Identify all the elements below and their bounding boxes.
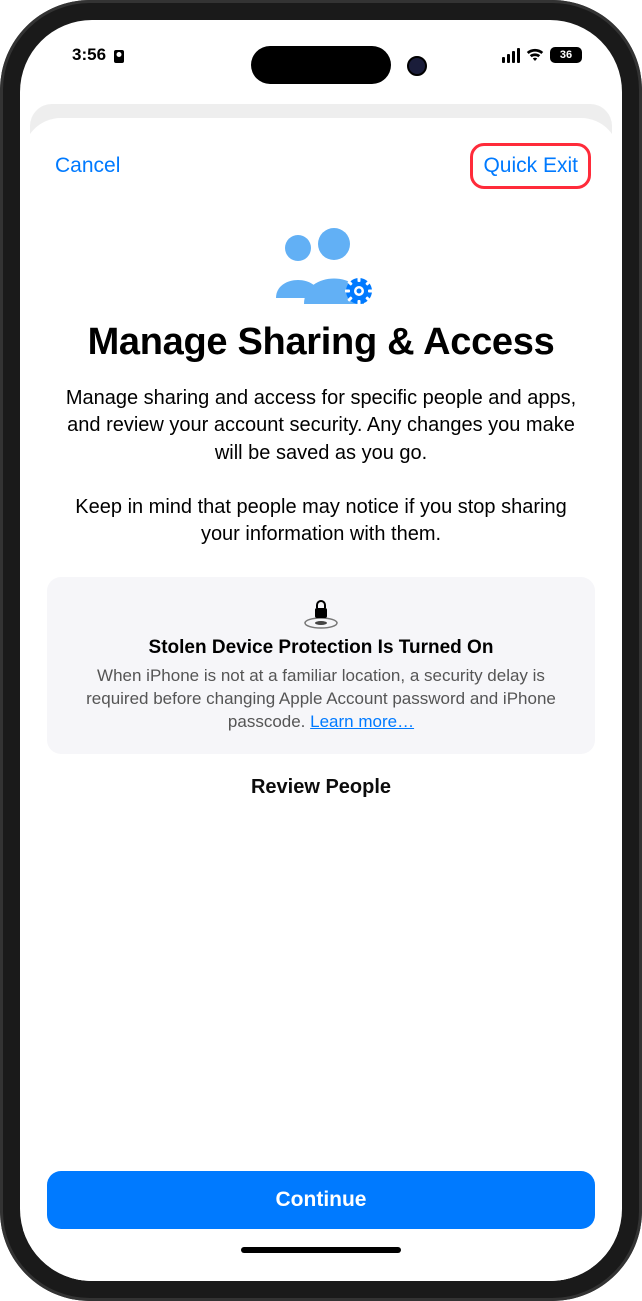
card-title: Stolen Device Protection Is Turned On — [67, 637, 575, 659]
status-right: 36 — [502, 47, 582, 63]
status-left: 3:56 — [72, 45, 124, 65]
wifi-icon — [526, 48, 544, 62]
quick-exit-button[interactable]: Quick Exit — [479, 150, 582, 182]
bottom-bar: Continue — [23, 1157, 619, 1281]
lock-location-icon — [67, 599, 575, 629]
status-time: 3:56 — [72, 45, 106, 65]
page-title: Manage Sharing & Access — [47, 320, 595, 365]
page-description-1: Manage sharing and access for specific p… — [47, 385, 595, 468]
sheet-header: Cancel Quick Exit — [47, 144, 595, 188]
next-section-peek: Review People — [47, 776, 595, 799]
annotation-highlight: Quick Exit — [470, 143, 591, 189]
learn-more-link[interactable]: Learn more… — [310, 712, 414, 731]
battery-indicator: 36 — [550, 47, 582, 63]
modal-sheet: Cancel Quick Exit — [23, 118, 619, 1281]
contact-card-icon — [114, 50, 124, 63]
screen: 3:56 36 Cancel Quick Exit — [20, 20, 622, 1281]
cancel-button[interactable]: Cancel — [51, 150, 124, 182]
card-description: When iPhone is not at a familiar locatio… — [67, 665, 575, 734]
cellular-signal-icon — [502, 48, 520, 63]
device-frame: 3:56 36 Cancel Quick Exit — [0, 0, 642, 1301]
dynamic-island — [251, 46, 391, 84]
page-description-2: Keep in mind that people may notice if y… — [47, 494, 595, 549]
continue-button[interactable]: Continue — [47, 1171, 595, 1229]
stolen-device-protection-card: Stolen Device Protection Is Turned On Wh… — [47, 577, 595, 754]
home-indicator[interactable] — [241, 1247, 401, 1253]
people-gear-icon — [256, 226, 386, 306]
